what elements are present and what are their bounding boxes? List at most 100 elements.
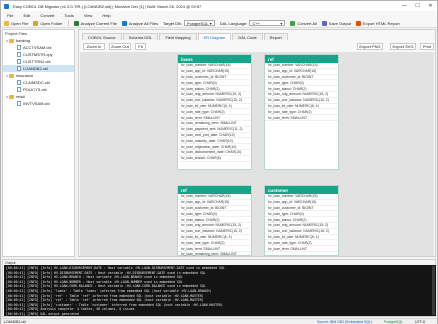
file-icon	[17, 101, 21, 106]
entity-header: loans	[178, 55, 251, 63]
tree-file[interactable]: ACCTVSAM.cbl	[3, 44, 74, 51]
tree-item-label: INVTVSAM.cbl	[23, 101, 50, 106]
target-db-select[interactable]: PostgreSQL ▾	[183, 20, 215, 26]
folder-icon	[9, 94, 14, 99]
dal-language-select[interactable]: C++ ▾	[249, 20, 286, 26]
console-scrollbar[interactable]	[432, 266, 435, 315]
tree-folder[interactable]: ▾ retail	[3, 93, 74, 100]
fit-button[interactable]: Fit	[135, 43, 146, 50]
view-tabs: COBOL Source Schema DDL Field Mapping ER…	[82, 33, 289, 40]
tree-file[interactable]: POLICYS.cbl	[3, 86, 74, 93]
tab-schema-ddl[interactable]: Schema DDL	[122, 33, 159, 40]
entity-loans[interactable]: loans hv_loan_number: VARCHAR(15) hv_loan_…	[177, 54, 252, 170]
tree-folder[interactable]: ▾ banking	[3, 37, 74, 44]
convert-all-button[interactable]: Convert All	[290, 20, 317, 26]
er-diagram-canvas[interactable]: loans hv_loan_number: VARCHAR(15) hv_loan_…	[80, 52, 434, 256]
status-bar: LOANDB2.cbl Source: IBM DB2 (Embedded SQ…	[1, 318, 437, 324]
folder-icon	[9, 38, 14, 43]
menu-edit[interactable]: Edit	[23, 13, 30, 18]
menu-convert[interactable]: Convert	[40, 13, 54, 18]
menu-tools[interactable]: Tools	[64, 13, 73, 18]
folder-icon	[9, 73, 14, 78]
main-toolbar: Open File Open Folder Analyze Current Fi…	[1, 19, 437, 28]
open-file-button[interactable]: Open File	[4, 20, 28, 26]
play-icon	[73, 20, 79, 26]
status-target: PostgreSQL	[384, 319, 404, 324]
log-line: [00:00:41] [INFO] DAL output generated	[6, 311, 79, 316]
panel-title: Project Files	[5, 31, 28, 36]
file-icon	[17, 45, 21, 50]
tree-file[interactable]: LOANDB2.cbl	[3, 65, 74, 72]
status-file: LOANDB2.cbl	[4, 319, 26, 324]
menu-help[interactable]: Help	[102, 13, 110, 18]
tree-file[interactable]: CUSTTRN2.cbl	[3, 58, 74, 65]
entity-ref[interactable]: ref hv_loan_number: VARCHAR(15) hv_loan_ap…	[177, 185, 252, 256]
target-db-group: Target DB: PostgreSQL ▾	[163, 20, 215, 26]
tree-item-label: ACCTVSAM.cbl	[23, 45, 52, 50]
folder-icon	[33, 20, 39, 26]
tab-dal-code[interactable]: DAL Code	[232, 33, 263, 40]
file-icon	[17, 66, 21, 71]
zoom-in-button[interactable]: Zoom In	[83, 43, 105, 50]
tree-item-label: retail	[16, 94, 25, 99]
output-panel: Output [00:00:41] [INFO] [Info] HV-LOAN-…	[2, 259, 436, 317]
toolbar-divider	[67, 20, 69, 26]
maximize-button[interactable]: ☐	[411, 1, 424, 11]
tree-item-label: LOANDB2.cbl	[23, 66, 48, 71]
save-icon	[321, 20, 327, 26]
save-output-button[interactable]: Save Output	[321, 20, 351, 26]
open-file-icon	[4, 20, 9, 26]
file-icon	[17, 80, 21, 85]
app-icon	[4, 3, 9, 9]
analyze-all-button[interactable]: Analyze All Files	[121, 20, 158, 26]
print-button[interactable]: Print	[420, 43, 434, 50]
tree-item-label: CUSTTRN2.cbl	[23, 59, 51, 64]
title-bar[interactable]: Easy COBOL DB Migrator (v1.0.0-TIR-) [LO…	[1, 1, 437, 11]
status-encoding: UTF-8	[415, 319, 425, 324]
export-html-button[interactable]: Export HTML Report	[356, 20, 400, 26]
output-console[interactable]: [00:00:41] [INFO] [Info] HV-LOAN-DISBURS…	[4, 265, 436, 316]
close-button[interactable]: ✕	[424, 1, 437, 11]
file-icon	[17, 52, 21, 57]
window-title: Easy COBOL DB Migrator (v1.0.0-TIR-) [LO…	[13, 3, 202, 9]
entity-field: hv_loan_remaining_term: SMALLINT	[178, 252, 251, 256]
tree-item-label: POLICYS.cbl	[23, 87, 47, 92]
entity-header: ref	[178, 186, 251, 194]
tab-er-diagram[interactable]: ER Diagram	[197, 33, 232, 40]
convert-icon	[290, 20, 296, 26]
entity-field: hv_loan_term: SMALLINT	[265, 246, 338, 252]
analyze-current-button[interactable]: Analyze Current File	[73, 20, 117, 26]
entity-field: hv_loan_term: SMALLINT	[265, 115, 338, 121]
export-svg-button[interactable]: Export SVG	[390, 43, 416, 50]
file-icon	[17, 87, 21, 92]
tree-item-label: CUSTMSTR.cpy	[23, 52, 53, 57]
tree-item-label: banking	[16, 38, 31, 43]
entity-header: ref	[265, 55, 338, 63]
zoom-out-button[interactable]: Zoom Out	[109, 43, 131, 50]
entity-header: customer	[265, 186, 338, 194]
menu-file[interactable]: File	[7, 13, 13, 18]
entity-customer[interactable]: customer hv_loan_number: VARCHAR(15) hv_lo…	[264, 185, 339, 256]
diagram-toolbar: Zoom In Zoom Out Fit Export PNG Export S…	[80, 42, 434, 51]
entity-ref[interactable]: ref hv_loan_number: VARCHAR(15) hv_loan_ap…	[264, 54, 339, 170]
status-source: Source: IBM DB2 (Embedded SQL)	[317, 319, 373, 324]
menu-bar: File Edit Convert Tools View Help	[1, 11, 437, 19]
main-panel: COBOL Source Schema DDL Field Mapping ER…	[78, 29, 436, 257]
minimize-button[interactable]: —	[398, 1, 411, 11]
tab-report[interactable]: Report	[263, 33, 288, 40]
file-tree: ▾ banking ACCTVSAM.cbl CUSTMSTR.cpy CUSTTRN2…	[3, 37, 74, 107]
project-files-panel: Project Files ▾ banking ACCTVSAM.cbl CUSTMS…	[2, 29, 75, 257]
tree-file[interactable]: INVTVSAM.cbl	[3, 100, 74, 107]
tree-folder[interactable]: ▾ insurance	[3, 72, 74, 79]
tab-cobol-source[interactable]: COBOL Source	[82, 33, 122, 40]
dal-language-group: DAL Language: C++ ▾	[220, 20, 286, 26]
menu-view[interactable]: View	[84, 13, 93, 18]
analyze-all-icon	[121, 20, 127, 26]
tab-field-mapping[interactable]: Field Mapping	[159, 33, 197, 40]
tree-file[interactable]: CUSTMSTR.cpy	[3, 51, 74, 58]
tree-item-label: CLAIMSDC.cbl	[23, 80, 50, 85]
entity-field: hv_loan_branch: CHAR(6)	[178, 156, 251, 162]
export-png-button[interactable]: Export PNG	[357, 43, 383, 50]
tree-file[interactable]: CLAIMSDC.cbl	[3, 79, 74, 86]
open-folder-button[interactable]: Open Folder	[33, 20, 63, 26]
